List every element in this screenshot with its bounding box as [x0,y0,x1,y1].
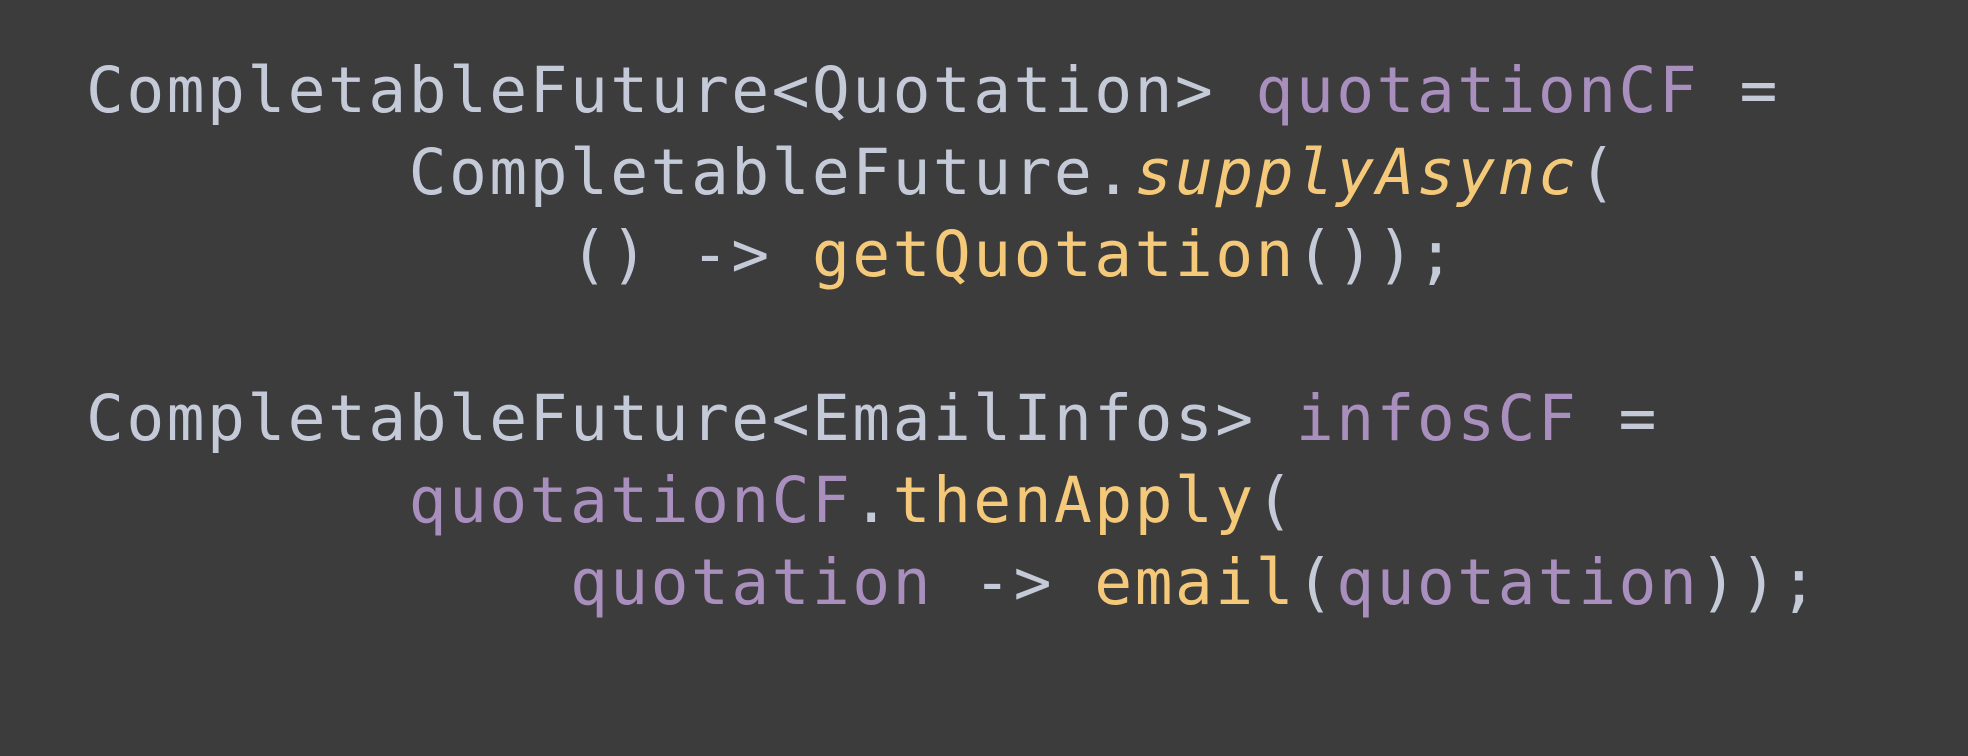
code-text: ( [1255,464,1296,537]
code-line: () -> getQuotation()); [86,214,1820,296]
code-text: CompletableFuture<Quotation> [86,54,1256,127]
code-text: . [852,464,893,537]
code-text: CompletableFuture. [408,136,1135,209]
variable-name: infosCF [1295,382,1579,455]
code-line: quotation -> email(quotation)); [86,542,1820,624]
code-text: = [1699,54,1780,127]
code-text: ( [1295,546,1337,619]
variable-name: quotationCF [1255,54,1700,127]
variable-name: quotation [1336,546,1700,619]
method-name: getQuotation [811,218,1296,291]
code-text: )); [1699,546,1821,619]
code-line: quotationCF.thenApply( [86,460,1820,542]
code-text: ( [1578,136,1619,209]
method-name: thenApply [892,464,1256,537]
code-text: -> [932,546,1095,619]
code-text: () -> [569,218,812,291]
variable-name: quotation [569,546,933,619]
code-line: CompletableFuture<EmailInfos> infosCF = [86,378,1820,460]
code-text: ()); [1295,218,1458,291]
code-text: CompletableFuture<EmailInfos> [86,382,1296,455]
code-text: = [1578,382,1659,455]
method-name: email [1094,546,1296,619]
code-block: CompletableFuture<Quotation> quotationCF… [86,50,1820,624]
code-line: CompletableFuture.supplyAsync( [86,132,1820,214]
static-method-name: supplyAsync [1134,136,1579,209]
code-line: CompletableFuture<Quotation> quotationCF… [86,50,1820,132]
variable-name: quotationCF [408,464,853,537]
